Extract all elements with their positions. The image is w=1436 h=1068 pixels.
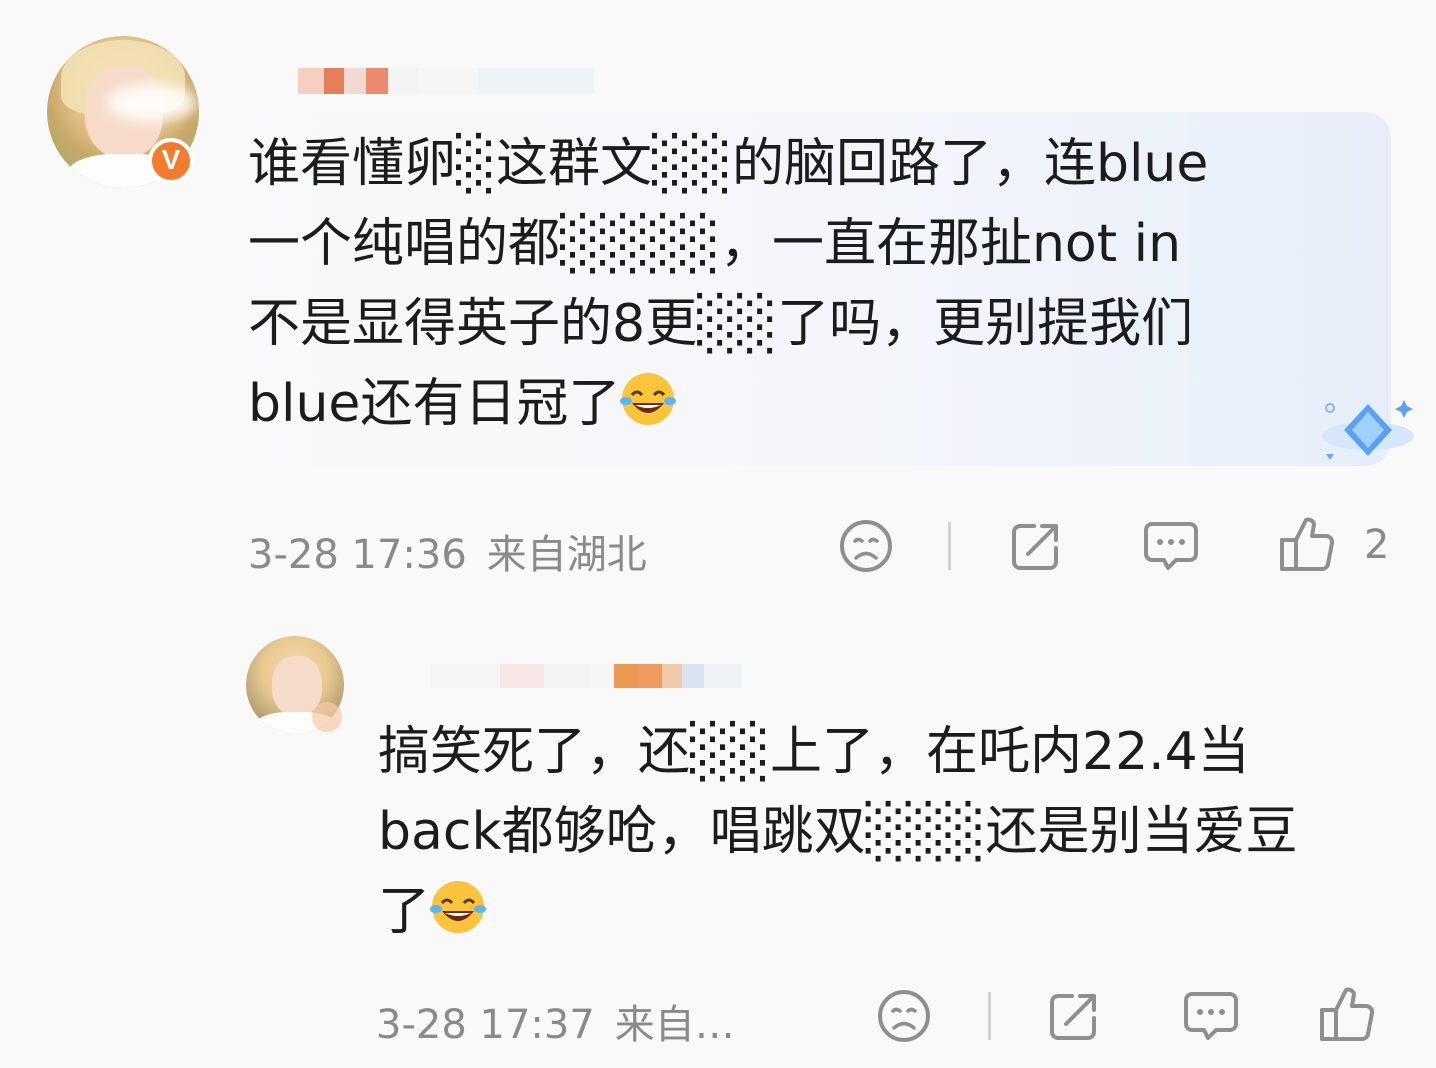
laughing-crying-emoji (430, 881, 487, 933)
reply-line-2: back都够呛，唱跳双░░░还是别当爱豆 (378, 802, 1298, 862)
main-comment-line-1: 谁看懂卵░这群文░░的脑回路了，连blue (248, 134, 1209, 194)
action-divider (948, 522, 951, 570)
like-thumb-icon[interactable] (1318, 984, 1376, 1044)
diamond-icon (1322, 400, 1414, 460)
reply-location: 来自… (614, 1002, 735, 1048)
main-comment-meta: 3-28 17:36 来自湖北 (248, 522, 647, 580)
main-username-blurred[interactable] (298, 68, 594, 94)
reply-line-3: 了 (378, 882, 431, 942)
reply-text: 搞笑死了，还░░上了，在吒内22.4当 back都够呛，唱跳双░░░还是别当爱豆… (378, 712, 1368, 952)
laughing-crying-emoji (620, 373, 677, 425)
main-comment-line-4: blue还有日冠了 (248, 374, 621, 434)
reply-username-blurred[interactable] (430, 664, 742, 688)
reply-meta: 3-28 17:37 来自… (376, 992, 735, 1050)
like-count: 2 (1364, 522, 1390, 568)
main-comment-text: 谁看懂卵░这群文░░的脑回路了，连blue 一个纯唱的都░░░░，一直在那扯no… (248, 124, 1348, 444)
comment-icon[interactable] (1142, 518, 1200, 574)
like-thumb-icon[interactable] (1278, 514, 1336, 574)
reply-line-1: 搞笑死了，还░░上了，在吒内22.4当 (378, 722, 1250, 782)
reply-time: 3-28 17:37 (376, 1002, 595, 1048)
main-comment-line-2: 一个纯唱的都░░░░，一直在那扯not in (248, 214, 1182, 274)
share-icon[interactable] (1008, 518, 1064, 574)
dislike-face-icon[interactable] (838, 518, 894, 574)
comment-icon[interactable] (1182, 988, 1240, 1044)
main-comment-location: 来自湖北 (486, 532, 647, 578)
main-comment-line-3: 不是显得英子的8更░░了吗，更别提我们 (248, 294, 1194, 354)
action-divider (988, 992, 991, 1040)
main-comment-time: 3-28 17:36 (248, 532, 467, 578)
share-icon[interactable] (1046, 988, 1102, 1044)
reply-verified-badge-icon (312, 702, 342, 732)
verified-badge-icon: V (148, 138, 194, 184)
dislike-face-icon[interactable] (876, 988, 932, 1044)
